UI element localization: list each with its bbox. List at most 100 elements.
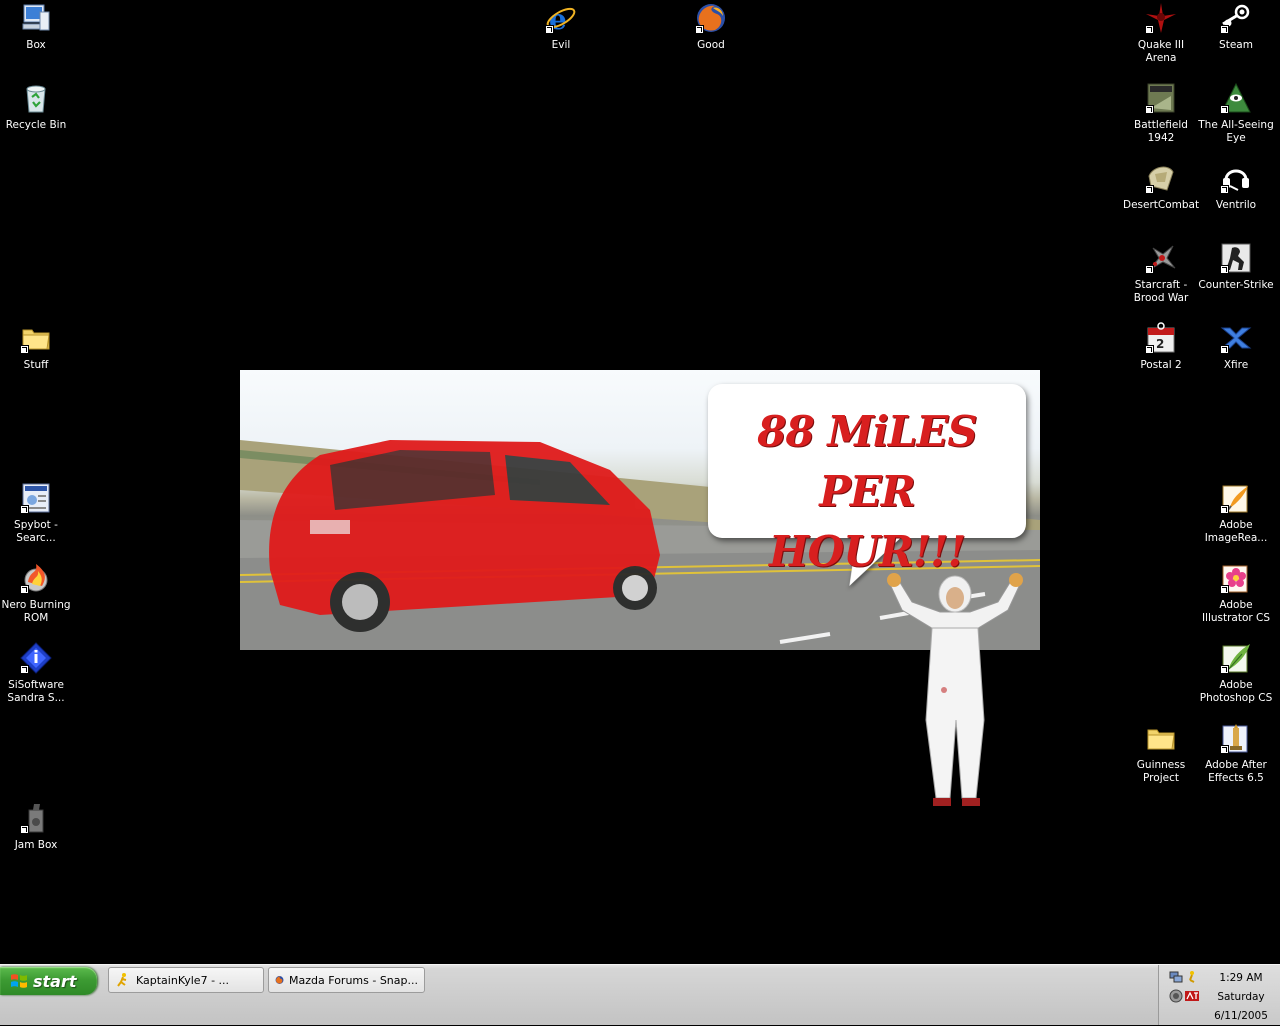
icon-label: Battlefield 1942 bbox=[1134, 119, 1188, 144]
icon-label: Good bbox=[697, 39, 725, 51]
shortcut-arrow-icon bbox=[1220, 265, 1229, 274]
desktop-icon-all-seeing-eye[interactable]: The All-Seeing Eye bbox=[1198, 82, 1274, 145]
clock-date: 6/11/2005 bbox=[1214, 1010, 1268, 1022]
icon-label: Steam bbox=[1219, 39, 1253, 51]
shortcut-arrow-icon bbox=[1220, 505, 1229, 514]
desktop-icon-recycle-bin[interactable]: Recycle Bin bbox=[0, 82, 74, 132]
clock-time: 1:29 AM bbox=[1219, 972, 1263, 984]
computer-icon bbox=[20, 2, 52, 34]
shortcut-arrow-icon bbox=[1220, 665, 1229, 674]
imageready-icon bbox=[1220, 482, 1252, 514]
aim-running-man-icon bbox=[117, 973, 127, 987]
shortcut-arrow-icon bbox=[1145, 345, 1154, 354]
desktop-icon-ventrilo[interactable]: Ventrilo bbox=[1198, 162, 1274, 212]
desktop-icon-desertcombat[interactable]: DesertCombat bbox=[1123, 162, 1199, 212]
sisoftware-diamond-icon bbox=[20, 642, 52, 674]
nero-flame-icon bbox=[20, 562, 52, 594]
counter-strike-icon bbox=[1220, 242, 1252, 274]
speech-line-1: 88 MiLES PER bbox=[757, 407, 977, 516]
svg-text:2: 2 bbox=[1156, 337, 1164, 351]
shortcut-arrow-icon bbox=[20, 505, 29, 514]
ventrilo-headset-icon bbox=[1220, 162, 1252, 194]
desktop-icon-stuff[interactable]: Stuff bbox=[0, 322, 74, 372]
ati-icon[interactable] bbox=[1185, 989, 1199, 1003]
icon-label: Quake III Arena bbox=[1137, 39, 1185, 64]
taskbar: start KaptainKyle7 - ... Mazda Forums - … bbox=[0, 964, 1280, 1025]
icon-label: Evil bbox=[551, 39, 571, 51]
desktop-icon-evil[interactable]: e Evil bbox=[523, 2, 599, 52]
desktop-icon-box[interactable]: Box bbox=[0, 2, 74, 52]
icon-label: Box bbox=[26, 39, 46, 51]
icon-label: Guinness Project bbox=[1136, 759, 1186, 784]
icon-label: Adobe After Effects 6.5 bbox=[1205, 759, 1267, 784]
desktop-icon-quake[interactable]: Quake III Arena bbox=[1123, 2, 1199, 65]
icon-label: Counter-Strike bbox=[1198, 279, 1274, 291]
speech-bubble-text: 88 MiLES PER HOUR!!! bbox=[712, 402, 1022, 582]
taskbar-item-label: KaptainKyle7 - ... bbox=[136, 973, 230, 987]
shortcut-arrow-icon bbox=[20, 585, 29, 594]
desktop-icon-photoshop[interactable]: Adobe Photoshop CS bbox=[1198, 642, 1274, 705]
icon-label: DesertCombat bbox=[1123, 199, 1200, 211]
icon-label: Adobe Illustrator CS bbox=[1201, 599, 1271, 624]
icon-label: Jam Box bbox=[14, 839, 58, 851]
icon-label: Spybot - Searc... bbox=[14, 519, 58, 544]
spybot-icon bbox=[20, 482, 52, 514]
shortcut-arrow-icon bbox=[20, 345, 29, 354]
desktop-icon-after-effects[interactable]: Adobe After Effects 6.5 bbox=[1198, 722, 1274, 785]
desktop-icon-starcraft[interactable]: Starcraft - Brood War bbox=[1123, 242, 1199, 305]
icon-label: Xfire bbox=[1223, 359, 1249, 371]
shortcut-arrow-icon bbox=[20, 665, 29, 674]
taskbar-item-aim[interactable]: KaptainKyle7 - ... bbox=[108, 967, 264, 993]
desktop-icon-counter-strike[interactable]: Counter-Strike bbox=[1198, 242, 1274, 292]
illustrator-flower-icon bbox=[1220, 562, 1252, 594]
desktop-icon-battlefield[interactable]: Battlefield 1942 bbox=[1123, 82, 1199, 145]
windows-flag-icon bbox=[11, 974, 27, 988]
shortcut-arrow-icon bbox=[695, 25, 704, 34]
after-effects-icon bbox=[1220, 722, 1252, 754]
all-seeing-eye-icon bbox=[1220, 82, 1252, 114]
desktop-icon-xfire[interactable]: Xfire bbox=[1198, 322, 1274, 372]
firefox-icon bbox=[275, 976, 284, 984]
steam-icon bbox=[1220, 2, 1252, 34]
desktop-icon-jam-box[interactable]: Jam Box bbox=[0, 802, 74, 852]
shortcut-arrow-icon bbox=[1145, 105, 1154, 114]
desktop-icon-good[interactable]: Good bbox=[673, 2, 749, 52]
icon-label: Nero Burning ROM bbox=[1, 599, 71, 624]
start-label: start bbox=[33, 971, 77, 991]
desktop: Box Recycle Bin Stuff Spybot - Searc... … bbox=[0, 0, 1280, 964]
postal-icon: 2 bbox=[1145, 322, 1177, 354]
icon-label: Postal 2 bbox=[1140, 359, 1182, 371]
shortcut-arrow-icon bbox=[1145, 25, 1154, 34]
scientist-figure bbox=[887, 573, 1023, 806]
desertcombat-icon bbox=[1145, 162, 1177, 194]
taskbar-item-firefox[interactable]: Mazda Forums - Snap... bbox=[268, 967, 425, 993]
firefox-icon bbox=[695, 2, 727, 34]
clock[interactable]: 1:29 AM Saturday 6/11/2005 bbox=[1203, 969, 1279, 1026]
desktop-icon-imageready[interactable]: Adobe ImageRea... bbox=[1198, 482, 1274, 545]
desktop-icon-postal[interactable]: 2 Postal 2 bbox=[1123, 322, 1199, 372]
shortcut-arrow-icon bbox=[1220, 25, 1229, 34]
volume-icon[interactable] bbox=[1169, 989, 1183, 1003]
shortcut-arrow-icon bbox=[1145, 265, 1154, 274]
internet-explorer-icon: e bbox=[545, 2, 577, 34]
clock-day: Saturday bbox=[1217, 991, 1265, 1003]
recycle-bin-icon bbox=[20, 82, 52, 114]
starcraft-icon bbox=[1145, 242, 1177, 274]
desktop-icon-nero[interactable]: Nero Burning ROM bbox=[0, 562, 74, 625]
shortcut-arrow-icon bbox=[545, 25, 554, 34]
shortcut-arrow-icon bbox=[1145, 185, 1154, 194]
icon-label: Stuff bbox=[23, 359, 49, 371]
icon-label: Adobe ImageRea... bbox=[1204, 519, 1268, 544]
icon-label: Adobe Photoshop CS bbox=[1199, 679, 1273, 704]
start-button[interactable]: start bbox=[0, 967, 97, 995]
desktop-icon-steam[interactable]: Steam bbox=[1198, 2, 1274, 52]
network-icon[interactable] bbox=[1169, 970, 1183, 984]
quake-icon bbox=[1145, 2, 1177, 34]
aim-tray-icon[interactable] bbox=[1185, 970, 1199, 984]
icon-label: Recycle Bin bbox=[5, 119, 67, 131]
folder-icon bbox=[20, 322, 52, 354]
desktop-icon-sisoftware[interactable]: SiSoftware Sandra S... bbox=[0, 642, 74, 705]
desktop-icon-guinness[interactable]: Guinness Project bbox=[1123, 722, 1199, 785]
desktop-icon-spybot[interactable]: Spybot - Searc... bbox=[0, 482, 74, 545]
desktop-icon-illustrator[interactable]: Adobe Illustrator CS bbox=[1198, 562, 1274, 625]
